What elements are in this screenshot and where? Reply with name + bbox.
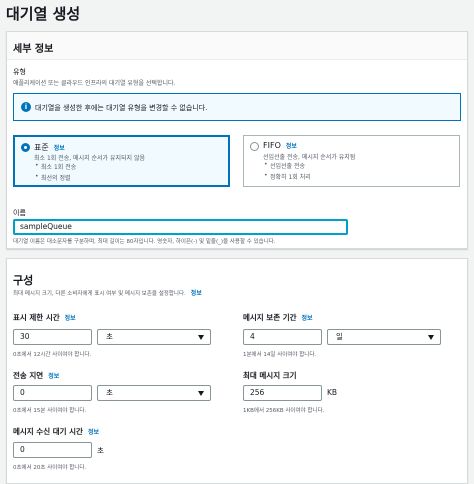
details-title: 세부 정보 [13,44,54,55]
name-hint: 대기열 이름은 대소문자를 구분하며, 최대 길이는 80자입니다. 영숫자, … [13,239,276,245]
delivery-delay-hint: 0초에서 15분 사이여야 합니다. [13,408,87,414]
max-size-hint: 1KB에서 256KB 사이여야 합니다. [243,408,325,414]
chevron-down-icon [198,335,204,340]
delivery-delay-input[interactable]: 0 [13,385,92,401]
type-label: 유형 [13,68,26,76]
name-label: 이름 [13,209,26,217]
standard-bullet: 최선의 정렬 [35,173,70,182]
standard-description: 최소 1회 전송, 메시지 순서가 유지되지 않음 [34,155,146,162]
max-size-input[interactable]: 256 [243,385,322,401]
retention-label: 메시지 보존 기간 정보 [243,313,313,322]
receive-wait-info-link[interactable]: 정보 [88,429,99,436]
receive-wait-unit: 초 [97,446,104,455]
standard-bullet: 최소 1회 전송 [35,162,76,171]
visibility-timeout-hint: 0초에서 12시간 사이여야 합니다. [13,352,92,358]
type-description: 애플리케이션 또는 클라우드 인프라의 대기열 유형을 선택합니다. [13,80,176,87]
fifo-bullet: 정확히 1회 처리 [264,172,311,181]
delivery-delay-unit-select[interactable]: 초 [97,385,211,401]
receive-wait-hint: 0초에서 20초 사이여야 합니다. [13,465,87,471]
queue-name-input[interactable]: sampleQueue [13,219,348,235]
config-info-link[interactable]: 정보 [191,290,202,297]
details-panel: 세부 정보 유형 애플리케이션 또는 클라우드 인프라의 대기열 유형을 선택합… [6,31,468,249]
standard-radio[interactable] [21,143,30,152]
visibility-timeout-unit-select[interactable]: 초 [97,329,211,345]
fifo-bullet: 선입선출 전송 [264,161,305,170]
standard-queue-option[interactable]: 표준정보 최소 1회 전송, 메시지 순서가 유지되지 않음 최소 1회 전송 … [13,135,230,187]
chevron-down-icon [198,391,204,396]
retention-hint: 1분에서 14일 사이여야 합니다. [243,352,317,358]
receive-wait-label: 메시지 수신 대기 시간 정보 [13,427,99,436]
fifo-queue-option[interactable]: FIFO정보 선입선출 전송, 메시지 순서가 유지됨 선입선출 전송 정확히 … [243,135,460,187]
standard-title: 표준 정보 [34,143,65,152]
config-description: 최대 메시지 크기, 다른 소비자에게 표시 여부 및 메시지 보존을 설정합니… [13,290,202,297]
delivery-delay-label: 전송 지연 정보 [13,371,60,380]
page-title: 대기열 생성 [6,5,81,23]
fifo-info-link[interactable]: 정보 [286,143,297,150]
config-title: 구성 [13,274,34,287]
retention-input[interactable]: 4 [243,329,322,345]
max-size-unit: KB [327,388,338,397]
visibility-timeout-info-link[interactable]: 정보 [65,315,76,322]
fifo-radio[interactable] [250,142,259,151]
retention-info-link[interactable]: 정보 [302,315,313,322]
receive-wait-input[interactable]: 0 [13,442,92,458]
alert-text: 대기열을 생성한 후에는 대기열 유형을 변경할 수 없습니다. [35,104,208,112]
delivery-delay-info-link[interactable]: 정보 [48,373,59,380]
info-icon: i [21,102,31,112]
max-size-label: 최대 메시지 크기 [243,371,297,380]
configuration-panel: 구성 최대 메시지 크기, 다른 소비자에게 표시 여부 및 메시지 보존을 설… [6,258,468,484]
retention-unit-select[interactable]: 일 [327,329,441,345]
details-header: 세부 정보 [7,32,467,60]
visibility-timeout-label: 표시 제한 시간 정보 [13,313,76,322]
fifo-description: 선입선출 전송, 메시지 순서가 유지됨 [263,154,356,161]
info-alert: i 대기열을 생성한 후에는 대기열 유형을 변경할 수 없습니다. [13,93,461,121]
chevron-down-icon [428,335,434,340]
fifo-title: FIFO 정보 [263,141,297,150]
standard-info-link[interactable]: 정보 [54,145,65,152]
visibility-timeout-input[interactable]: 30 [13,329,92,345]
